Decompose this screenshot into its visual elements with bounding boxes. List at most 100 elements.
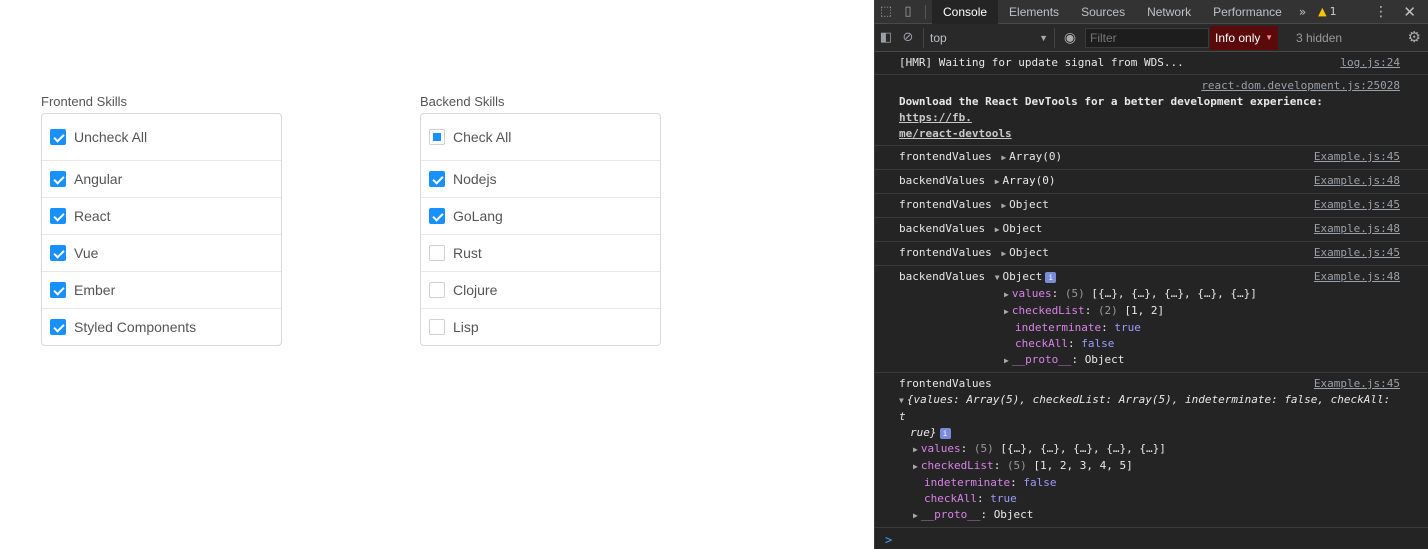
log-value[interactable]: Object xyxy=(1003,270,1043,283)
source-link[interactable]: log.js:24 xyxy=(1340,55,1400,71)
angular-checkbox[interactable] xyxy=(50,171,66,187)
expand-triangle-icon[interactable]: ▶ xyxy=(913,462,918,471)
source-link[interactable]: Example.js:45 xyxy=(1314,149,1400,165)
console-filter-input[interactable] xyxy=(1085,27,1209,48)
expand-triangle-icon[interactable]: ▶ xyxy=(1001,249,1006,258)
device-toolbar-icon[interactable]: ▯ xyxy=(897,0,919,24)
more-tabs-button[interactable]: » xyxy=(1293,5,1312,19)
backend-item-nodejs[interactable]: Nodejs xyxy=(421,160,660,197)
expand-triangle-icon[interactable]: ▶ xyxy=(1001,201,1006,210)
react-devtools-link-part1[interactable]: https://fb. xyxy=(899,111,972,124)
prop-check-all: checkAll: false xyxy=(1015,337,1115,350)
source-link[interactable]: Example.js:45 xyxy=(1314,197,1400,213)
nodejs-checkbox[interactable] xyxy=(429,171,445,187)
prop-value: false xyxy=(1023,476,1057,489)
frontend-master-checkbox-row[interactable]: Uncheck All xyxy=(42,114,281,160)
expand-triangle-icon[interactable]: ▶ xyxy=(1001,153,1006,162)
ember-checkbox[interactable] xyxy=(50,282,66,298)
prop-values[interactable]: ▶ values: (5) [{…}, {…}, {…}, {…}, {…}] xyxy=(913,441,1400,458)
frontend-item-vue[interactable]: Vue xyxy=(42,234,281,271)
object-summary[interactable]: ▼ {values: Array(5), checkedList: Array(5… xyxy=(899,392,1400,425)
source-link[interactable]: react-dom.development.js:25028 xyxy=(899,78,1400,94)
prop-checked-list[interactable]: ▶ checkedList: (5) [1, 2, 3, 4, 5] xyxy=(913,458,1400,475)
lisp-label: Lisp xyxy=(453,319,479,335)
collapse-triangle-icon[interactable]: ▼ xyxy=(995,273,1000,282)
backend-master-checkbox-row[interactable]: Check All xyxy=(421,114,660,160)
devtools-panel: ⬚ ▯ Console Elements Sources Network Per… xyxy=(874,0,1428,549)
prop-checked-list[interactable]: ▶ checkedList: (2) [1, 2] xyxy=(1004,303,1400,320)
log-value[interactable]: Object xyxy=(1009,198,1049,211)
expand-triangle-icon[interactable]: ▶ xyxy=(995,177,1000,186)
tab-sources[interactable]: Sources xyxy=(1070,0,1136,24)
log-value[interactable]: Object xyxy=(1009,246,1049,259)
console-prompt[interactable]: > xyxy=(875,528,1428,549)
tab-console[interactable]: Console xyxy=(932,0,999,24)
prop-count: (5) xyxy=(973,442,994,455)
prop-value: [1, 2] xyxy=(1124,304,1165,317)
close-icon[interactable]: ✕ xyxy=(1403,0,1416,24)
angular-label: Angular xyxy=(74,171,123,187)
source-link[interactable]: Example.js:45 xyxy=(1314,376,1400,392)
log-levels-label: Info only xyxy=(1215,30,1261,45)
backend-item-clojure[interactable]: Clojure xyxy=(421,271,660,308)
clojure-checkbox[interactable] xyxy=(429,282,445,298)
warnings-counter[interactable]: ▲ 1 xyxy=(1312,5,1342,18)
live-expression-eye-icon[interactable]: ◉ xyxy=(1055,30,1085,46)
source-link[interactable]: Example.js:48 xyxy=(1314,221,1400,237)
prop-proto[interactable]: ▶ __proto__: Object xyxy=(913,507,1400,524)
log-label: frontendValues xyxy=(899,246,992,259)
frontend-item-angular[interactable]: Angular xyxy=(42,160,281,197)
expand-triangle-icon[interactable]: ▶ xyxy=(913,511,918,520)
info-icon[interactable]: i xyxy=(939,427,951,439)
source-link[interactable]: Example.js:48 xyxy=(1314,173,1400,189)
log-value[interactable]: Object xyxy=(1003,222,1043,235)
rust-checkbox[interactable] xyxy=(429,245,445,261)
backend-item-rust[interactable]: Rust xyxy=(421,234,660,271)
info-icon[interactable]: i xyxy=(1045,271,1057,283)
golang-checkbox[interactable] xyxy=(429,208,445,224)
expand-triangle-icon[interactable]: ▶ xyxy=(1004,356,1009,365)
prop-check-all: checkAll: true xyxy=(924,492,1017,505)
source-link[interactable]: Example.js:45 xyxy=(1314,245,1400,261)
frontend-item-react[interactable]: React xyxy=(42,197,281,234)
console-toolbar: ◧ ⊘ top ▼ ◉ Info only ▼ 3 hidden ⚙ xyxy=(875,24,1428,52)
console-message-backend-1: backendValues ▶ Array(0) Example.js:48 xyxy=(875,170,1428,194)
react-checkbox[interactable] xyxy=(50,208,66,224)
source-link[interactable]: Example.js:48 xyxy=(1314,269,1400,285)
rust-label: Rust xyxy=(453,245,482,261)
prop-proto[interactable]: ▶ __proto__: Object xyxy=(1004,352,1400,369)
collapse-triangle-icon[interactable]: ▼ xyxy=(899,396,904,405)
tabbar-divider xyxy=(925,4,926,19)
expand-triangle-icon[interactable]: ▶ xyxy=(995,225,1000,234)
vue-checkbox[interactable] xyxy=(50,245,66,261)
frontend-uncheck-all-checkbox[interactable] xyxy=(50,129,66,145)
tab-elements[interactable]: Elements xyxy=(998,0,1070,24)
log-value[interactable]: Array(0) xyxy=(1009,150,1062,163)
context-selector[interactable]: top ▼ xyxy=(923,27,1055,48)
frontend-item-ember[interactable]: Ember xyxy=(42,271,281,308)
gear-icon[interactable]: ⚙ xyxy=(1408,28,1421,46)
tab-performance[interactable]: Performance xyxy=(1202,0,1293,24)
expand-triangle-icon[interactable]: ▶ xyxy=(1004,307,1009,316)
clear-console-icon[interactable]: ⊘ xyxy=(897,26,919,50)
sidebar-toggle-icon[interactable]: ◧ xyxy=(875,26,897,50)
backend-item-golang[interactable]: GoLang xyxy=(421,197,660,234)
log-value[interactable]: Array(0) xyxy=(1003,174,1056,187)
log-label: frontendValues xyxy=(899,150,992,163)
kebab-menu-icon[interactable]: ⋮ xyxy=(1374,0,1388,24)
log-levels-dropdown[interactable]: Info only ▼ xyxy=(1210,25,1278,50)
prop-values[interactable]: ▶ values: (5) [{…}, {…}, {…}, {…}, {…}] xyxy=(1004,286,1400,303)
inspect-element-icon[interactable]: ⬚ xyxy=(875,0,897,24)
frontend-item-styled-components[interactable]: Styled Components xyxy=(42,308,281,345)
log-label: backendValues xyxy=(899,270,986,283)
backend-item-lisp[interactable]: Lisp xyxy=(421,308,660,345)
tab-network[interactable]: Network xyxy=(1136,0,1202,24)
expand-triangle-icon[interactable]: ▶ xyxy=(913,445,918,454)
react-devtools-link-part2[interactable]: me/react-devtools xyxy=(899,127,1012,140)
styled-components-checkbox[interactable] xyxy=(50,319,66,335)
expand-triangle-icon[interactable]: ▶ xyxy=(1004,290,1009,299)
lisp-checkbox[interactable] xyxy=(429,319,445,335)
styled-components-label: Styled Components xyxy=(74,319,197,335)
object-summary-line2: rue} xyxy=(910,426,937,439)
backend-check-all-checkbox[interactable] xyxy=(429,129,445,145)
